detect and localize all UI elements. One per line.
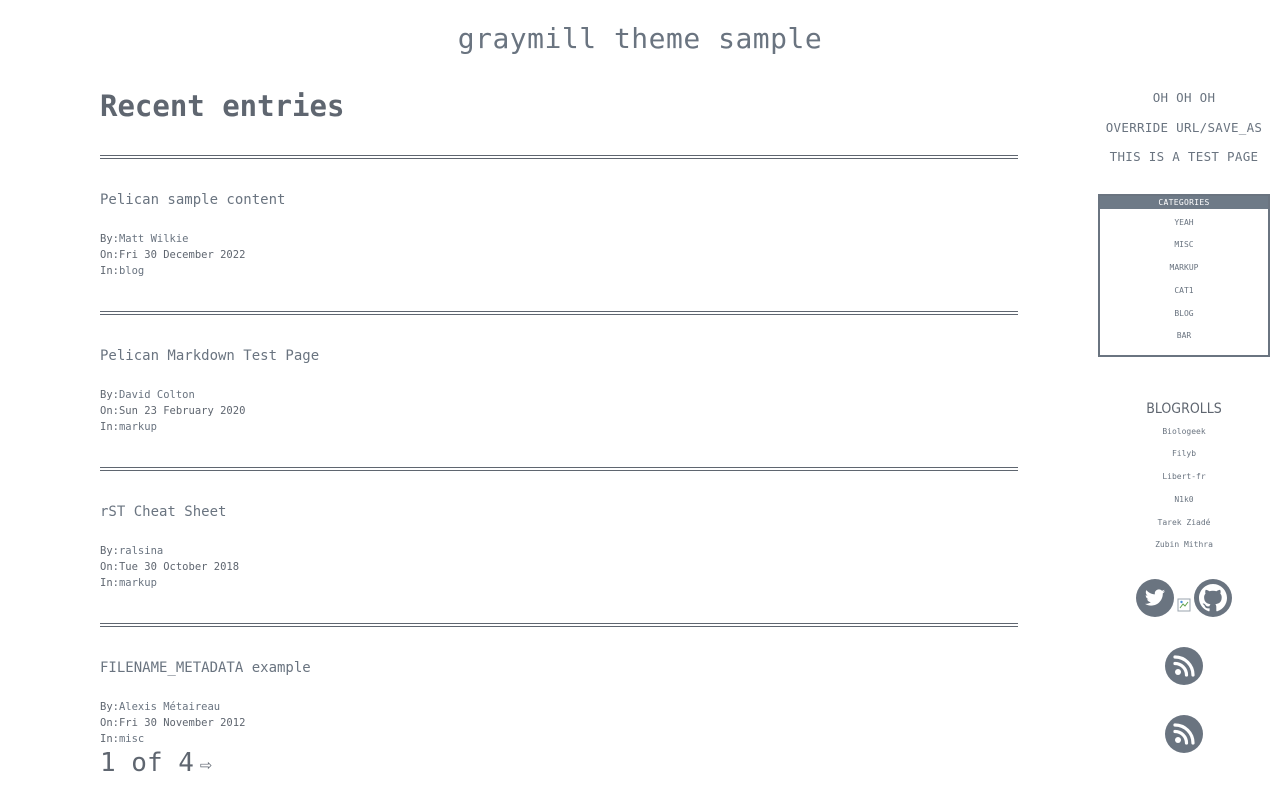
- author-link[interactable]: Matt Wilkie: [119, 233, 189, 245]
- article-meta: By:David Colton On:Sun 23 February 2020 …: [100, 387, 245, 435]
- blogrolls-title: BLOGROLLS: [1146, 400, 1222, 417]
- rss-icon[interactable]: [1165, 715, 1203, 754]
- meta-label: On:: [100, 249, 119, 261]
- meta-label: In:: [100, 421, 119, 433]
- blogroll-link[interactable]: Zubin Mithra: [1098, 534, 1270, 557]
- article-title-link[interactable]: rST Cheat Sheet: [100, 504, 226, 520]
- article-entry: rST Cheat Sheet By:ralsina On:Tue 30 Oct…: [100, 471, 1018, 623]
- feed-link-row: [1098, 619, 1270, 687]
- article-date: Fri 30 December 2022: [118, 249, 246, 261]
- main-content: Recent entries Pelican sample content By…: [100, 86, 1018, 747]
- category-item-yeah[interactable]: YEAH: [1100, 212, 1268, 235]
- article-date: Sun 23 February 2020: [118, 405, 246, 417]
- sidebar: OH OH OH OVERRIDE URL/SAVE_AS THIS IS A …: [1098, 88, 1270, 755]
- github-icon[interactable]: [1194, 579, 1232, 618]
- next-page-arrow-icon[interactable]: ⇨: [200, 752, 212, 776]
- categories-title: CATEGORIES: [1100, 195, 1268, 209]
- article-entry: Pelican sample content By:Matt Wilkie On…: [100, 159, 1018, 311]
- article-title-link[interactable]: Pelican Markdown Test Page: [100, 348, 319, 364]
- article-entry: Pelican Markdown Test Page By:David Colt…: [100, 315, 1018, 467]
- category-item-bar[interactable]: BAR: [1100, 325, 1268, 348]
- feed-link-row: [1098, 687, 1270, 755]
- meta-label: By:: [100, 389, 119, 401]
- blogroll-link[interactable]: Biologeek: [1098, 421, 1270, 444]
- meta-label: On:: [100, 405, 119, 417]
- broken-image-icon[interactable]: [1177, 597, 1191, 612]
- category-link[interactable]: markup: [119, 577, 157, 589]
- article-date: Fri 30 November 2012: [118, 717, 246, 729]
- meta-label: In:: [100, 577, 119, 589]
- category-link[interactable]: markup: [119, 421, 157, 433]
- page-link-oh-oh-oh[interactable]: OH OH OH: [1098, 88, 1270, 118]
- category-item-markup[interactable]: MARKUP: [1100, 257, 1268, 280]
- author-link[interactable]: Alexis Métaireau: [119, 701, 220, 713]
- blogroll-link[interactable]: Libert-fr: [1098, 466, 1270, 489]
- page-title: Recent entries: [100, 89, 345, 123]
- categories-box: CATEGORIES YEAH MISC MARKUP CAT1 BLOG BA…: [1098, 193, 1270, 357]
- meta-label: On:: [100, 717, 119, 729]
- meta-label: By:: [100, 233, 119, 245]
- category-link[interactable]: blog: [119, 265, 144, 277]
- category-item-cat1[interactable]: CAT1: [1100, 280, 1268, 303]
- meta-label: In:: [100, 733, 119, 745]
- page-link-test-page[interactable]: THIS IS A TEST PAGE: [1098, 147, 1270, 177]
- meta-label: By:: [100, 701, 119, 713]
- author-link[interactable]: ralsina: [119, 545, 163, 557]
- page-link-override-url[interactable]: OVERRIDE URL/SAVE_AS: [1098, 118, 1270, 148]
- rss-icon[interactable]: [1165, 647, 1203, 686]
- article-entry: FILENAME_METADATA example By:Alexis Méta…: [100, 627, 1018, 747]
- article-date: Tue 30 October 2018: [118, 561, 240, 573]
- meta-label: By:: [100, 545, 119, 557]
- category-link[interactable]: misc: [119, 733, 144, 745]
- article-meta: By:Alexis Métaireau On:Fri 30 November 2…: [100, 699, 245, 747]
- article-title-link[interactable]: FILENAME_METADATA example: [100, 660, 311, 676]
- twitter-icon[interactable]: [1136, 579, 1174, 618]
- page-indicator: 1 of 4: [100, 748, 194, 778]
- social-links: [1098, 579, 1270, 619]
- category-item-blog[interactable]: BLOG: [1100, 303, 1268, 326]
- blogroll-link[interactable]: Filyb: [1098, 443, 1270, 466]
- author-link[interactable]: David Colton: [119, 389, 195, 401]
- blogroll-link[interactable]: N1k0: [1098, 489, 1270, 512]
- article-meta: By:ralsina On:Tue 30 October 2018 In:mar…: [100, 543, 239, 591]
- article-meta: By:Matt Wilkie On:Fri 30 December 2022 I…: [100, 231, 245, 279]
- site-title[interactable]: graymill theme sample: [0, 22, 1280, 55]
- meta-label: On:: [100, 561, 119, 573]
- article-title-link[interactable]: Pelican sample content: [100, 192, 285, 208]
- meta-label: In:: [100, 265, 119, 277]
- pagination: 1 of 4 ⇨: [100, 748, 212, 778]
- category-item-misc[interactable]: MISC: [1100, 234, 1268, 257]
- blogroll-link[interactable]: Tarek Ziadé: [1098, 512, 1270, 535]
